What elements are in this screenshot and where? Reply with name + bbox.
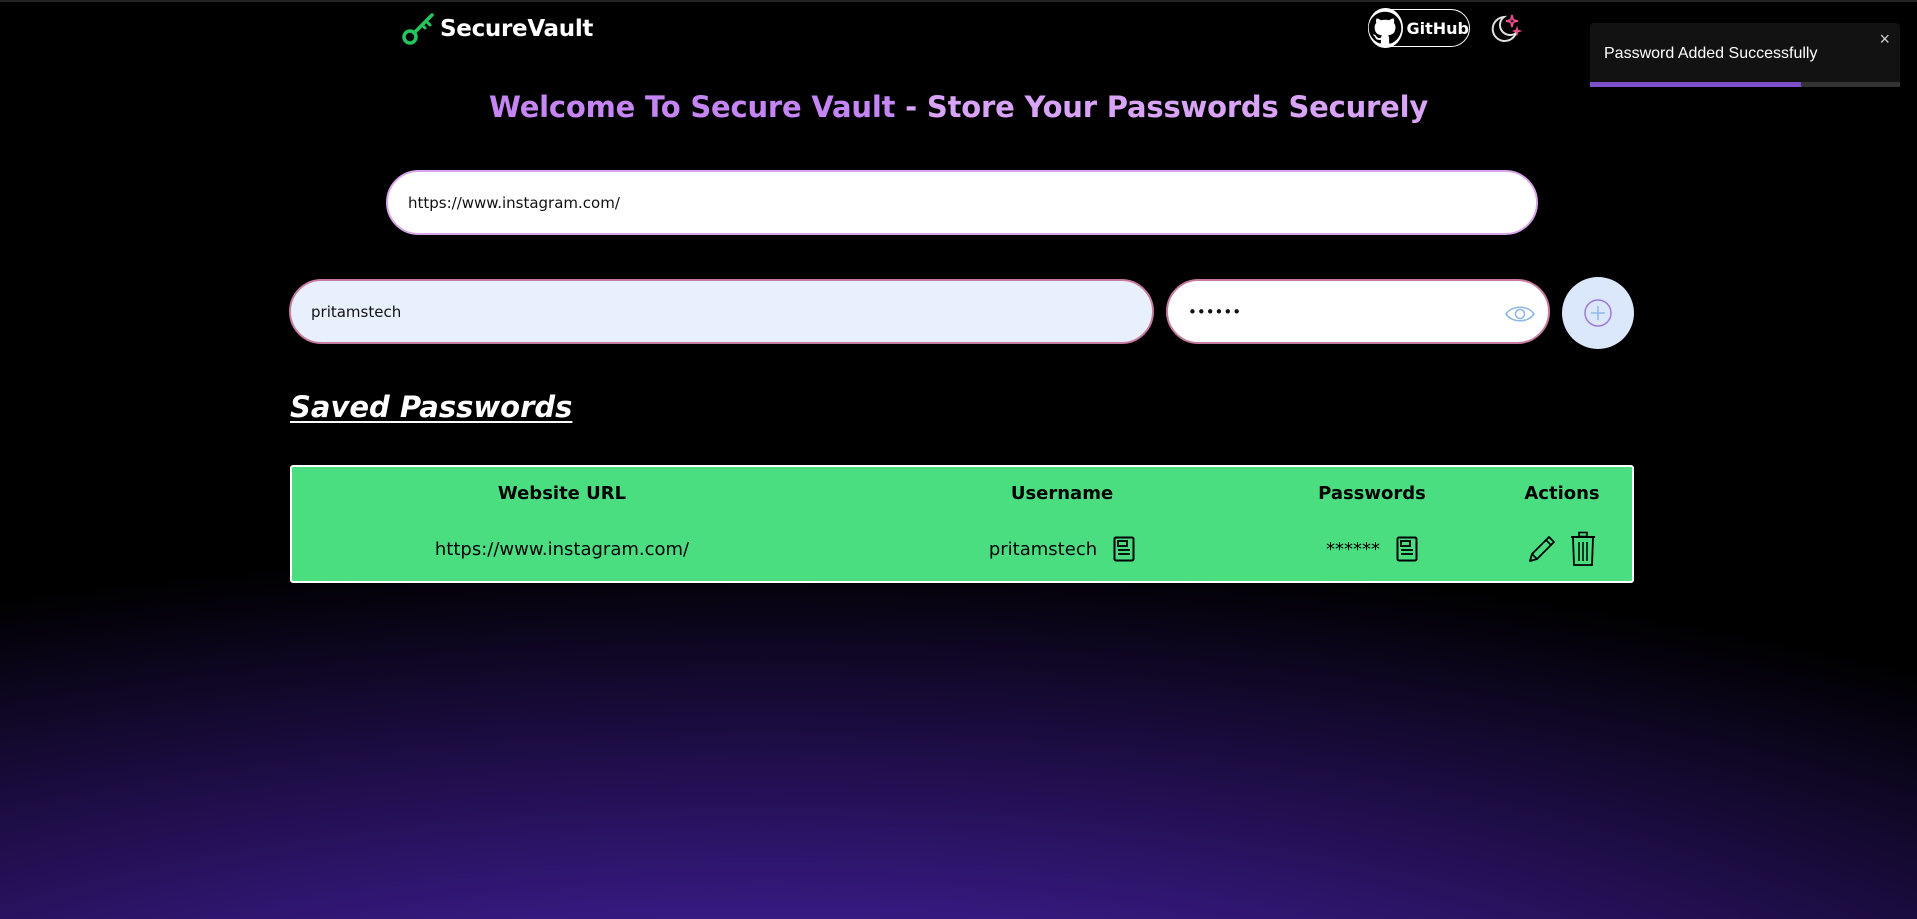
eye-icon[interactable]	[1504, 304, 1536, 324]
website-url-input[interactable]	[386, 170, 1538, 235]
key-icon	[402, 13, 434, 45]
page-title: Welcome To Secure Vault - Store Your Pas…	[0, 90, 1917, 124]
copy-icon[interactable]	[1396, 536, 1418, 562]
column-header-username: Username	[1010, 483, 1114, 504]
github-icon	[1368, 8, 1403, 48]
theme-toggle-icon	[1491, 14, 1523, 42]
github-label: GitHub	[1406, 18, 1470, 38]
table-row-actions-cell	[1462, 531, 1662, 567]
copy-icon[interactable]	[1113, 536, 1135, 562]
toast-message: Password Added Successfully	[1604, 45, 1818, 62]
password-input[interactable]	[1166, 279, 1550, 344]
page-title-part1: Welcome To Secure Vault	[488, 90, 896, 124]
row-password: ******	[1326, 538, 1380, 560]
table-row-username-cell: pritamstech	[922, 533, 1202, 565]
add-icon	[1584, 299, 1612, 327]
saved-passwords-title: Saved Passwords	[290, 390, 573, 424]
success-toast: Password Added Successfully ×	[1590, 23, 1900, 87]
toast-progress-bar	[1590, 82, 1801, 87]
row-username: pritamstech	[988, 538, 1098, 560]
delete-icon[interactable]	[1568, 531, 1598, 567]
github-button[interactable]: GitHub	[1368, 8, 1470, 48]
passwords-table: Website URL Username Passwords Actions h…	[290, 465, 1634, 583]
brand-logo[interactable]: SecureVault	[400, 12, 593, 46]
column-header-actions: Actions	[1524, 483, 1600, 504]
username-input[interactable]	[289, 279, 1154, 344]
page-title-part2: - Store Your Passwords Securely	[895, 90, 1429, 124]
close-icon[interactable]: ×	[1879, 29, 1890, 50]
edit-icon[interactable]	[1526, 533, 1558, 565]
column-header-url: Website URL	[497, 483, 627, 504]
brand-name: SecureVault	[440, 16, 594, 42]
row-url[interactable]: https://www.instagram.com/	[435, 539, 689, 560]
theme-toggle-button[interactable]	[1486, 11, 1523, 47]
add-password-button[interactable]	[1562, 277, 1634, 349]
table-row-url-cell: https://www.instagram.com/	[292, 533, 832, 565]
